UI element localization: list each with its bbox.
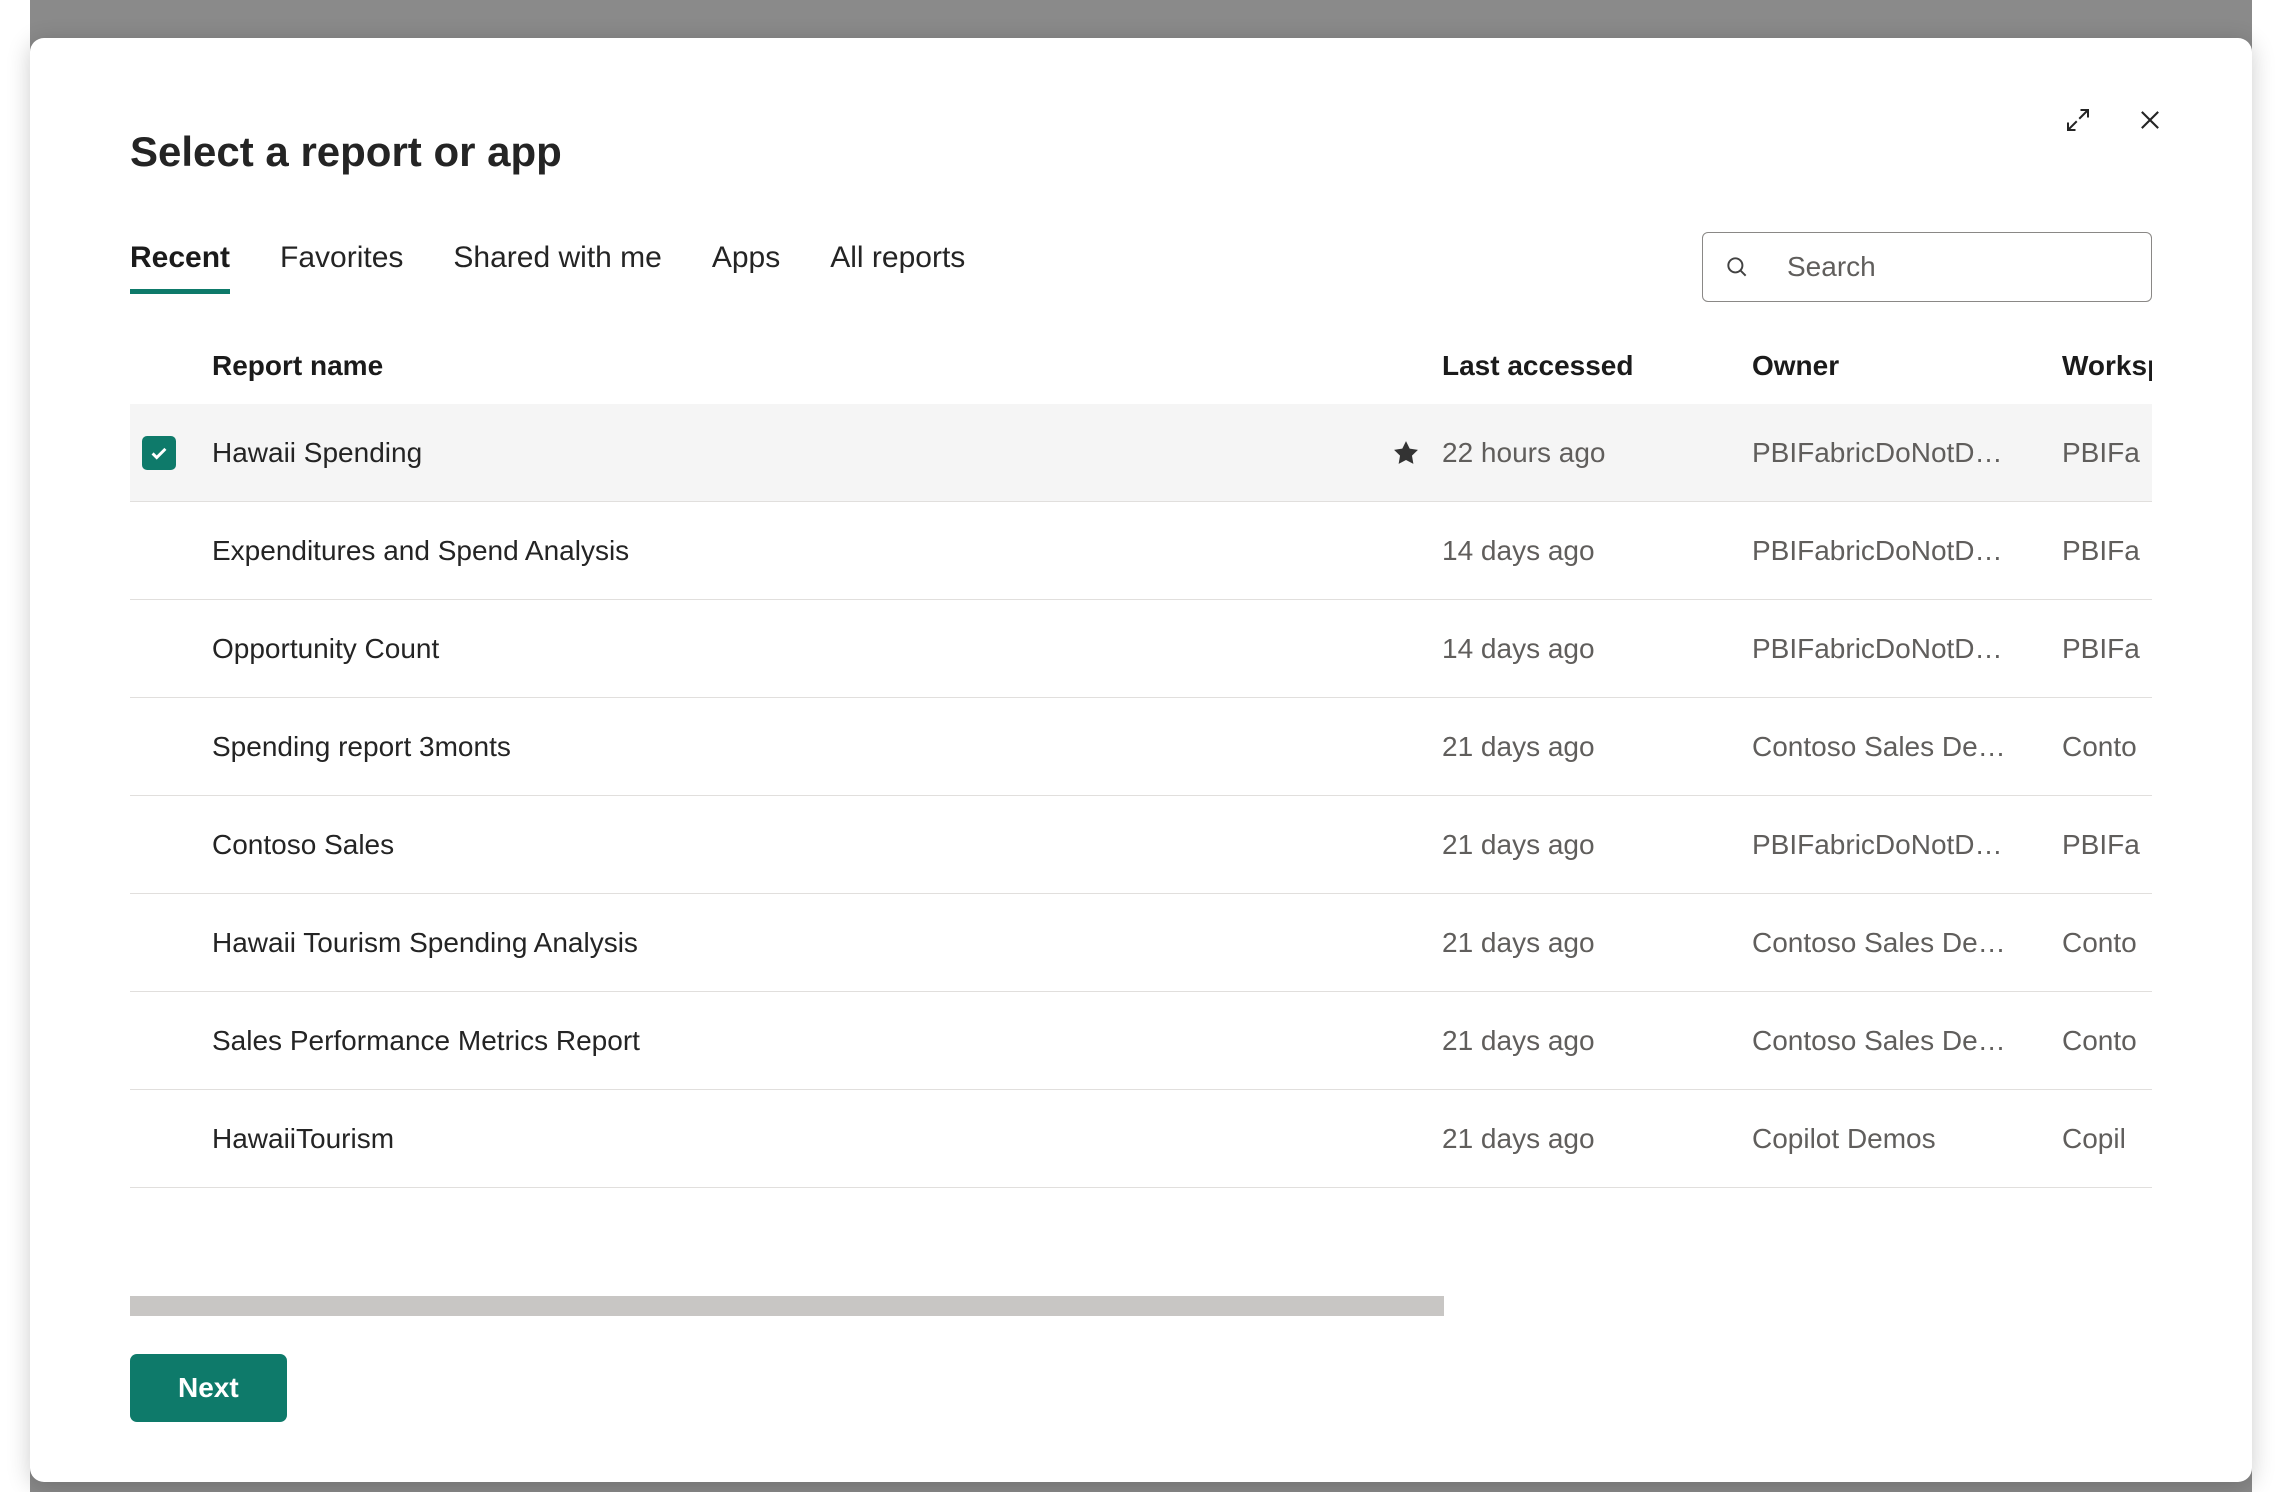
tab-favorites[interactable]: Favorites <box>280 241 403 294</box>
workspace: PBIFa <box>2062 437 2152 469</box>
last-accessed: 14 days ago <box>1442 535 1752 567</box>
report-name: Hawaii Tourism Spending Analysis <box>212 927 1370 959</box>
owner: PBIFabricDoNotD… <box>1752 535 2062 567</box>
report-name: Opportunity Count <box>212 633 1370 665</box>
tab-apps[interactable]: Apps <box>712 241 780 294</box>
owner: Contoso Sales De… <box>1752 927 2062 959</box>
table-row[interactable]: Hawaii Spending 22 hours agoPBIFabricDoNo… <box>130 404 2152 502</box>
dialog-header: Select a report or app <box>130 128 2152 176</box>
workspace: PBIFa <box>2062 829 2152 861</box>
reports-table: Report name Last accessed Owner Worksp H… <box>130 350 2152 1316</box>
owner: PBIFabricDoNotD… <box>1752 437 2062 469</box>
tab-all-reports[interactable]: All reports <box>830 241 965 294</box>
tab-shared-with-me[interactable]: Shared with me <box>453 241 661 294</box>
owner: PBIFabricDoNotD… <box>1752 633 2062 665</box>
horizontal-scrollbar[interactable] <box>130 1296 2152 1316</box>
last-accessed: 21 days ago <box>1442 731 1752 763</box>
report-name: Contoso Sales <box>212 829 1370 861</box>
table-row[interactable]: Spending report 3monts 21 days agoContoso… <box>130 698 2152 796</box>
last-accessed: 14 days ago <box>1442 633 1752 665</box>
table-header-row: Report name Last accessed Owner Worksp <box>130 350 2152 404</box>
report-name: Expenditures and Spend Analysis <box>212 535 1370 567</box>
close-icon[interactable] <box>2130 100 2170 140</box>
report-name: Sales Performance Metrics Report <box>212 1025 1370 1057</box>
report-name: HawaiiTourism <box>212 1123 1370 1155</box>
owner: PBIFabricDoNotD… <box>1752 829 2062 861</box>
column-header-workspace[interactable]: Worksp <box>2062 350 2152 382</box>
table-row[interactable]: HawaiiTourism 21 days agoCopilot DemosCop… <box>130 1090 2152 1188</box>
checkbox-checked-icon[interactable] <box>142 436 176 470</box>
last-accessed: 21 days ago <box>1442 829 1752 861</box>
next-button[interactable]: Next <box>130 1354 287 1422</box>
report-name: Hawaii Spending <box>212 437 1370 469</box>
star-filled-icon[interactable] <box>1370 438 1442 468</box>
workspace: PBIFa <box>2062 633 2152 665</box>
search-field <box>1702 232 2152 302</box>
search-input[interactable] <box>1702 232 2152 302</box>
column-header-name[interactable]: Report name <box>212 350 1370 382</box>
report-name: Spending report 3monts <box>212 731 1370 763</box>
owner: Contoso Sales De… <box>1752 731 2062 763</box>
select-report-dialog: Select a report or app Recent Favorites Sh… <box>30 38 2252 1482</box>
column-header-owner[interactable]: Owner <box>1752 350 2062 382</box>
workspace: Conto <box>2062 1025 2152 1057</box>
workspace: Conto <box>2062 731 2152 763</box>
table-row[interactable]: Expenditures and Spend Analysis 14 days a… <box>130 502 2152 600</box>
owner: Contoso Sales De… <box>1752 1025 2062 1057</box>
table-row[interactable]: Sales Performance Metrics Report 21 days … <box>130 992 2152 1090</box>
tabs: Recent Favorites Shared with me Apps All rep… <box>130 241 965 294</box>
workspace: Copil <box>2062 1123 2152 1155</box>
owner: Copilot Demos <box>1752 1123 2062 1155</box>
column-header-last-accessed[interactable]: Last accessed <box>1442 350 1752 382</box>
table-row[interactable]: Opportunity Count 14 days agoPBIFabricDoN… <box>130 600 2152 698</box>
table-row[interactable]: Hawaii Tourism Spending Analysis 21 days … <box>130 894 2152 992</box>
search-icon <box>1724 254 1750 280</box>
workspace: PBIFa <box>2062 535 2152 567</box>
dialog-title: Select a report or app <box>130 128 2152 176</box>
table-row[interactable]: Contoso Sales 21 days agoPBIFabricDoNotD…… <box>130 796 2152 894</box>
tab-recent[interactable]: Recent <box>130 241 230 294</box>
last-accessed: 21 days ago <box>1442 927 1752 959</box>
last-accessed: 21 days ago <box>1442 1025 1752 1057</box>
last-accessed: 22 hours ago <box>1442 437 1752 469</box>
workspace: Conto <box>2062 927 2152 959</box>
last-accessed: 21 days ago <box>1442 1123 1752 1155</box>
expand-icon[interactable] <box>2058 100 2098 140</box>
